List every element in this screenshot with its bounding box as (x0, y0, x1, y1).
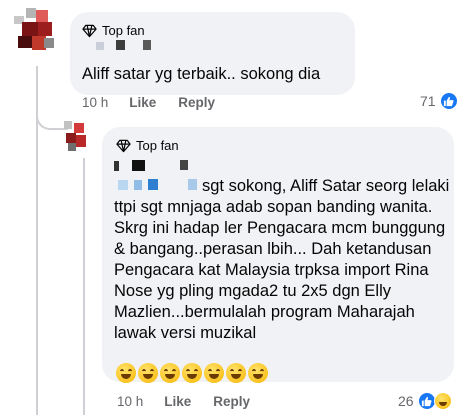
avatar[interactable] (14, 8, 54, 52)
diamond-icon (116, 139, 131, 152)
comment-actions: 10 h Like Reply (82, 95, 215, 110)
reply-avatar[interactable] (64, 121, 86, 151)
reaction-summary[interactable]: 71 (420, 92, 458, 110)
comment-timestamp[interactable]: 10 h (82, 95, 108, 110)
reaction-summary[interactable]: 26 (398, 392, 452, 410)
reply-text-content: sgt sokong, Aliff Satar seorg lelaki ttp… (114, 177, 450, 342)
reply-actions: 10 h Like Reply (117, 394, 250, 409)
rofl-emoji-icon (160, 363, 180, 383)
top-fan-badge[interactable]: Top fan (116, 138, 179, 153)
like-button[interactable]: Like (164, 394, 191, 409)
reply-button[interactable]: Reply (213, 394, 250, 409)
reply-thread-line (83, 158, 85, 415)
reply-text: sgt sokong, Aliff Satar seorg lelaki ttp… (114, 176, 450, 344)
haha-icon (433, 392, 452, 410)
reply-button[interactable]: Reply (178, 95, 215, 110)
rofl-emoji-icon (204, 363, 224, 383)
reaction-count: 71 (420, 93, 436, 109)
author-name-redacted (132, 160, 145, 171)
author-name-redacted (96, 42, 104, 50)
like-icon (439, 92, 458, 110)
emoji-row (116, 363, 268, 383)
like-icon (417, 392, 436, 410)
diamond-icon (82, 24, 97, 37)
reply-bubble: Top fan sgt sokong, Aliff Satar seorg le… (102, 127, 454, 383)
rofl-emoji-icon (226, 363, 246, 383)
author-name-redacted (116, 40, 125, 50)
author-name-redacted (114, 161, 119, 171)
rofl-emoji-icon (116, 363, 136, 383)
comment-bubble: Top fan Aliff satar yg terbaik.. sokong … (70, 12, 355, 95)
badge-label: Top fan (102, 23, 145, 38)
rofl-emoji-icon (248, 363, 268, 383)
like-button[interactable]: Like (129, 95, 156, 110)
author-name-redacted (143, 40, 151, 50)
reply-timestamp[interactable]: 10 h (117, 394, 143, 409)
rofl-emoji-icon (182, 363, 202, 383)
author-name-redacted (180, 160, 188, 170)
comment-text: Aliff satar yg terbaik.. sokong dia (82, 65, 321, 83)
top-fan-badge[interactable]: Top fan (82, 23, 145, 38)
rofl-emoji-icon (138, 363, 158, 383)
reaction-count: 26 (398, 393, 414, 409)
badge-label: Top fan (136, 138, 179, 153)
